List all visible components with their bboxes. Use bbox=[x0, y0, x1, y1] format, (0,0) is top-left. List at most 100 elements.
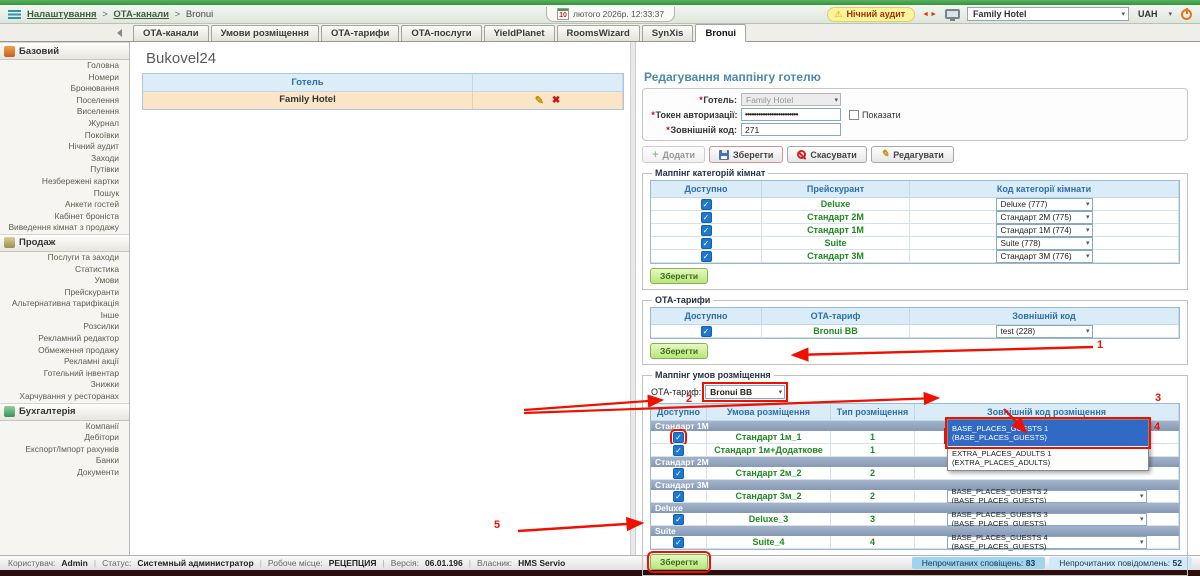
sidebar-item-invoice-export[interactable]: Експорт/Імпорт рахунків bbox=[0, 444, 129, 456]
sidebar-item-discounts[interactable]: Знижки bbox=[0, 379, 129, 391]
tab-ota-channels[interactable]: ОТА-канали bbox=[133, 25, 209, 41]
show-token-checkbox[interactable] bbox=[849, 110, 859, 120]
sidebar-item-rooms[interactable]: Номери bbox=[0, 72, 129, 84]
status-label: Статус: bbox=[102, 558, 131, 568]
table-row: ✓ Стандарт 3М Стандарт 3М (776)▾ bbox=[651, 250, 1179, 263]
sidebar-item-rooms-off-sale[interactable]: Виведення кімнат з продажу bbox=[0, 222, 129, 234]
sidebar-section-sales[interactable]: Продаж bbox=[0, 234, 129, 252]
collapse-sidebar-icon[interactable] bbox=[117, 29, 122, 37]
table-row: ✓ Deluxe_3 3 BASE_PLACES_GUESTS 3 (BASE_… bbox=[651, 513, 1179, 526]
sidebar-section-basic[interactable]: Базовий bbox=[0, 42, 129, 60]
version-label: Версія: bbox=[391, 558, 419, 568]
save-room-mapping-button[interactable]: Зберегти bbox=[650, 268, 708, 284]
row-checkbox[interactable]: ✓ bbox=[673, 432, 684, 443]
night-audit-badge[interactable]: ⚠ Нічний аудит bbox=[827, 7, 915, 22]
sidebar-item-sale-limits[interactable]: Обмеження продажу bbox=[0, 345, 129, 357]
tab-synxis[interactable]: SynXis bbox=[642, 25, 694, 41]
sidebar-item-home[interactable]: Головна bbox=[0, 60, 129, 72]
row-checkbox[interactable]: ✓ bbox=[673, 514, 684, 525]
sidebar-item-hotel-inventory[interactable]: Готельний інвентар bbox=[0, 368, 129, 380]
datetime-widget[interactable]: 10 лютого 2026р. 12:33:37 bbox=[546, 7, 675, 22]
sidebar-item-alt-tariffication[interactable]: Альтернативна тарифікація bbox=[0, 298, 129, 310]
placement-code-select[interactable]: BASE_PLACES_GUESTS 4 (BASE_PLACES_GUESTS… bbox=[947, 536, 1147, 549]
sidebar-section-accounting[interactable]: Бухгалтерія bbox=[0, 403, 129, 421]
room-code-select[interactable]: Suite (778)▾ bbox=[996, 237, 1093, 250]
dropdown-option[interactable]: EXTRA_PLACES_ADULTS 1 (EXTRA_PLACES_ADUL… bbox=[948, 446, 1148, 470]
sidebar-item-restaurant-meals[interactable]: Харчування у ресторанах bbox=[0, 391, 129, 403]
save-icon bbox=[719, 150, 729, 160]
sidebar-item-debtors[interactable]: Дебітори bbox=[0, 432, 129, 444]
room-code-select[interactable]: Стандарт 2М (775)▾ bbox=[996, 211, 1093, 224]
row-checkbox[interactable]: ✓ bbox=[673, 445, 684, 456]
sidebar-item-checkin[interactable]: Поселення bbox=[0, 95, 129, 107]
sidebar-item-terms[interactable]: Умови bbox=[0, 275, 129, 287]
add-button[interactable]: + Додати bbox=[642, 146, 705, 163]
sidebar-item-vouchers[interactable]: Путівки bbox=[0, 164, 129, 176]
edit-button[interactable]: ✎ Редагувати bbox=[871, 146, 954, 163]
sidebar-item-events[interactable]: Заходи bbox=[0, 153, 129, 165]
tab-yieldplanet[interactable]: YieldPlanet bbox=[484, 25, 555, 41]
sidebar-item-statistics[interactable]: Статистика bbox=[0, 264, 129, 276]
sidebar-item-mailings[interactable]: Розсилки bbox=[0, 321, 129, 333]
sidebar-item-bookings[interactable]: Бронювання bbox=[0, 83, 129, 95]
sidebar-item-journal[interactable]: Журнал bbox=[0, 118, 129, 130]
save-button[interactable]: Зберегти bbox=[709, 146, 783, 163]
form-toolbar: + Додати Зберегти Скасувати ✎ Редагувати bbox=[642, 146, 1188, 163]
edit-icon[interactable]: ✎ bbox=[535, 94, 544, 107]
tab-placement-terms[interactable]: Умови розміщення bbox=[211, 25, 319, 41]
sidebar-item-pricelists[interactable]: Прейскуранти bbox=[0, 287, 129, 299]
row-checkbox[interactable]: ✓ bbox=[701, 251, 712, 262]
room-code-select[interactable]: Deluxe (777)▾ bbox=[996, 198, 1093, 211]
sidebar-item-checkout[interactable]: Виселення bbox=[0, 106, 129, 118]
sidebar-item-housekeeping[interactable]: Покоївки bbox=[0, 130, 129, 142]
menu-icon[interactable] bbox=[8, 10, 21, 19]
row-checkbox[interactable]: ✓ bbox=[701, 199, 712, 210]
sidebar-item-other[interactable]: Інше bbox=[0, 310, 129, 322]
tab-roomswizard[interactable]: RoomsWizard bbox=[557, 25, 640, 41]
sidebar-item-promos[interactable]: Рекламні акції bbox=[0, 356, 129, 368]
row-checkbox[interactable]: ✓ bbox=[673, 537, 684, 548]
row-checkbox[interactable]: ✓ bbox=[673, 491, 684, 502]
placement-code-dropdown: BASE_PLACES_GUESTS 1 (BASE_PLACES_GUESTS… bbox=[947, 419, 1149, 471]
tab-ota-services[interactable]: ОТА-послуги bbox=[401, 25, 481, 41]
sidebar-item-search[interactable]: Пошук bbox=[0, 188, 129, 200]
sidebar-item-ad-editor[interactable]: Рекламний редактор bbox=[0, 333, 129, 345]
workstation-icon[interactable] bbox=[945, 9, 960, 19]
room-code-select[interactable]: Стандарт 3М (776)▾ bbox=[996, 250, 1093, 263]
sidebar-item-unsaved-cards[interactable]: Незбережені картки bbox=[0, 176, 129, 188]
row-checkbox[interactable]: ✓ bbox=[673, 468, 684, 479]
token-input[interactable]: •••••••••••••••••••••••• bbox=[741, 108, 841, 121]
sidebar-item-booker-cabinet[interactable]: Кабінет броніста bbox=[0, 211, 129, 223]
tariff-code-select[interactable]: test (228)▾ bbox=[996, 325, 1093, 338]
ota-tariff-select[interactable]: Bronui BB ▾ bbox=[705, 385, 785, 399]
sidebar-item-documents[interactable]: Документи bbox=[0, 467, 129, 479]
cancel-button[interactable]: Скасувати bbox=[787, 146, 866, 163]
sidebar-item-companies[interactable]: Компанії bbox=[0, 421, 129, 433]
sidebar-item-guest-forms[interactable]: Анкети гостей bbox=[0, 199, 129, 211]
save-ota-tariffs-button[interactable]: Зберегти bbox=[650, 343, 708, 359]
sidebar-item-night-audit[interactable]: Нічний аудит bbox=[0, 141, 129, 153]
placement-code-select[interactable]: BASE_PLACES_GUESTS 2 (BASE_PLACES_GUESTS… bbox=[947, 490, 1147, 503]
placement-code-select[interactable]: BASE_PLACES_GUESTS 3 (BASE_PLACES_GUESTS… bbox=[947, 513, 1147, 526]
save-placement-mapping-button[interactable]: Зберегти bbox=[650, 554, 708, 570]
external-code-input[interactable]: 271 bbox=[741, 123, 841, 136]
sidebar-item-services-events[interactable]: Послуги та заходи bbox=[0, 252, 129, 264]
dropdown-option-selected[interactable]: BASE_PLACES_GUESTS 1 (BASE_PLACES_GUESTS… bbox=[948, 420, 1148, 446]
swap-arrows-icon[interactable]: ◄► bbox=[922, 11, 938, 18]
tab-ota-tariffs[interactable]: ОТА-тарифи bbox=[321, 25, 399, 41]
currency-select[interactable]: UAH ▾ bbox=[1136, 7, 1174, 21]
sidebar-item-banks[interactable]: Банки bbox=[0, 455, 129, 467]
breadcrumb-settings-link[interactable]: Налаштування bbox=[27, 9, 97, 20]
row-checkbox[interactable]: ✓ bbox=[701, 238, 712, 249]
delete-icon[interactable]: ✖ bbox=[552, 95, 560, 106]
table-row[interactable]: Family Hotel ✎ ✖ bbox=[143, 92, 623, 109]
hotel-field-select[interactable]: Family Hotel ▾ bbox=[741, 93, 841, 106]
tab-bronui[interactable]: Bronui bbox=[695, 24, 746, 42]
row-checkbox[interactable]: ✓ bbox=[701, 326, 712, 337]
power-icon[interactable] bbox=[1181, 9, 1192, 20]
row-checkbox[interactable]: ✓ bbox=[701, 212, 712, 223]
hotel-select[interactable]: Family Hotel ▾ bbox=[967, 7, 1129, 21]
room-code-select[interactable]: Стандарт 1М (774)▾ bbox=[996, 224, 1093, 237]
breadcrumb-ota-channels-link[interactable]: ОТА-канали bbox=[113, 9, 169, 20]
row-checkbox[interactable]: ✓ bbox=[701, 225, 712, 236]
